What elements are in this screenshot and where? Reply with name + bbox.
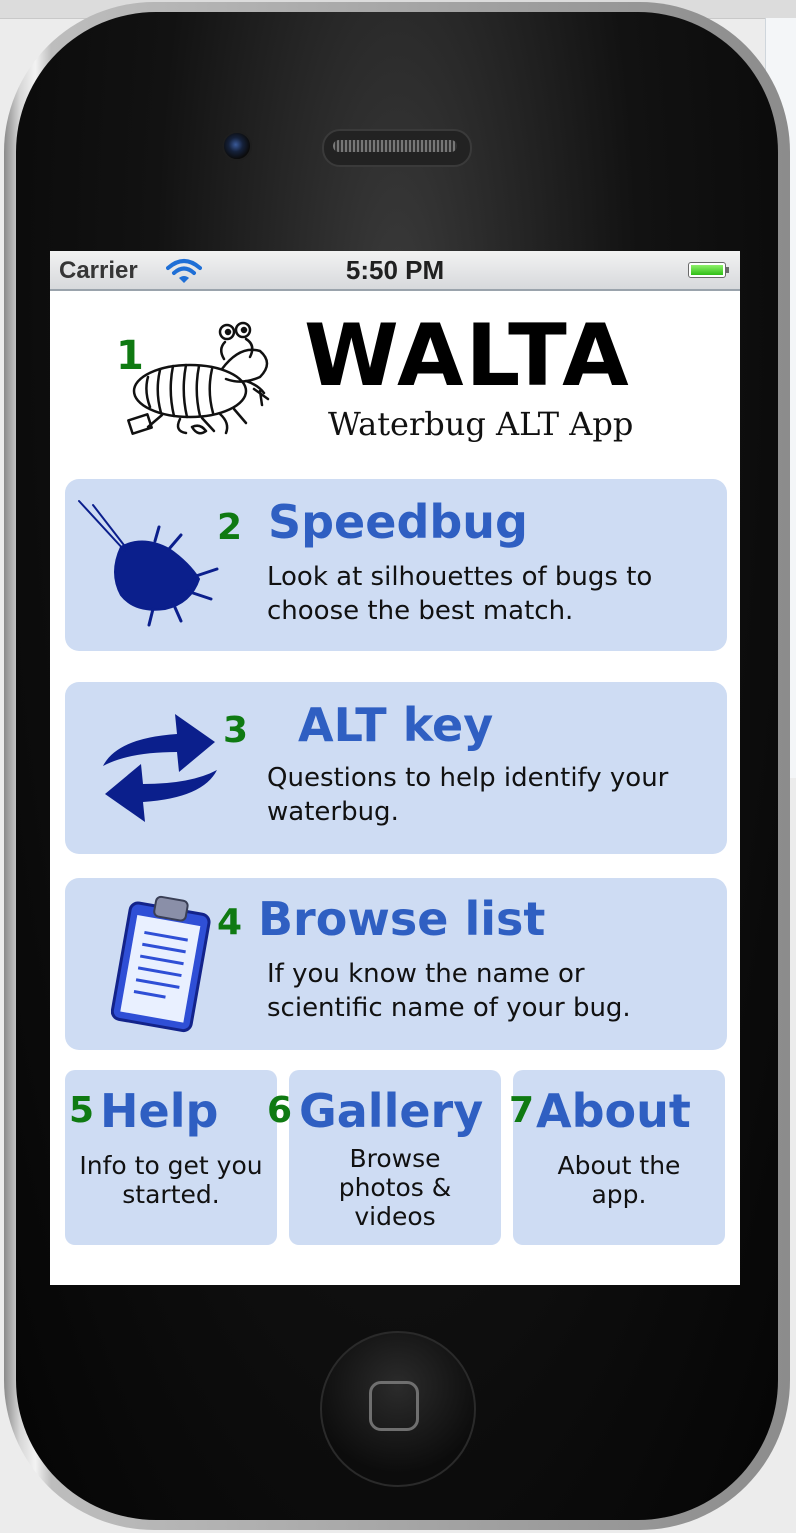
app-subtitle: Waterbug ALT App <box>328 405 634 443</box>
gallery-button[interactable]: 6 Gallery Browse photos & videos <box>267 1070 501 1245</box>
battery-icon <box>688 262 726 278</box>
home-button-square-icon <box>369 1381 419 1431</box>
help-button[interactable]: 5 Help Info to get you started. <box>65 1070 277 1245</box>
alt-key-description: Questions to help identify your waterbug… <box>267 763 669 827</box>
status-bar: Carrier 5:50 PM <box>50 251 740 291</box>
label-number-4: 4 <box>217 902 243 943</box>
swap-arrows-icon <box>103 714 217 822</box>
speedbug-button[interactable]: 2 Speedbug Look at silhouettes of bugs t… <box>65 479 727 651</box>
alt-key-button[interactable]: 3 ALT key Questions to help identify you… <box>65 682 727 854</box>
label-number-3: 3 <box>223 710 249 751</box>
browse-list-description: If you know the name or scientific name … <box>267 959 631 1023</box>
battery-fill <box>691 265 723 275</box>
browse-list-title: Browse list <box>258 892 546 946</box>
gallery-title: Gallery <box>299 1084 484 1138</box>
waterbug-drawing-icon <box>127 321 270 435</box>
speedbug-description: Look at silhouettes of bugs to choose th… <box>267 562 653 626</box>
about-title: About <box>536 1084 691 1138</box>
label-number-6: 6 <box>267 1090 293 1131</box>
browse-list-button[interactable]: 4 Browse list If you know the name or sc… <box>65 878 727 1050</box>
label-number-7: 7 <box>509 1090 535 1131</box>
bug-silhouette-icon <box>78 500 219 627</box>
label-number-5: 5 <box>69 1090 95 1131</box>
status-time: 5:50 PM <box>345 255 445 285</box>
battery-tip <box>725 267 729 273</box>
front-camera <box>222 131 252 161</box>
help-description: Info to get you started. <box>79 1151 263 1209</box>
gallery-description: Browse photos & videos <box>338 1144 452 1231</box>
speedbug-title: Speedbug <box>268 495 528 549</box>
speaker-grill <box>333 140 457 152</box>
about-button[interactable]: 7 About About the app. <box>509 1070 725 1245</box>
about-description: About the app. <box>557 1151 681 1209</box>
help-title: Help <box>100 1084 219 1138</box>
app-screen: Carrier 5:50 PM 1 WALTA Waterbug ALT App… <box>50 251 740 1285</box>
clipboard-icon <box>111 895 211 1033</box>
app-title: WALTA <box>304 306 631 406</box>
alt-key-title: ALT key <box>298 698 494 752</box>
label-number-2: 2 <box>217 507 243 548</box>
